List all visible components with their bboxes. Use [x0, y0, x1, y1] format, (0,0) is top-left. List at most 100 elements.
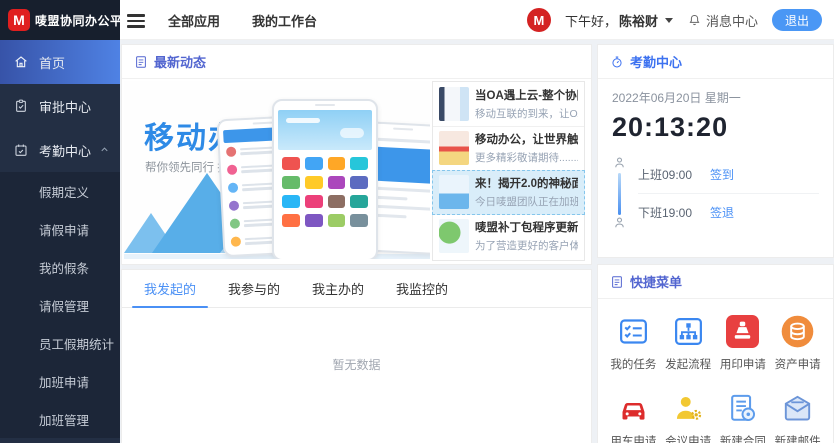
top-nav: 全部应用 我的工作台: [168, 0, 317, 40]
quick-item-seal-request[interactable]: 用印申请: [716, 315, 771, 372]
sidebar-item-label: 考勤中心: [39, 141, 91, 160]
sidebar-item-label: 审批中心: [39, 97, 91, 116]
quick-item-label: 用车申请: [610, 433, 656, 443]
quick-item-new-mail[interactable]: 新建邮件: [770, 392, 825, 443]
attendance-panel-header: 考勤中心: [598, 45, 833, 79]
app-logo-icon: M: [8, 9, 30, 31]
check-out-link[interactable]: 签退: [710, 204, 734, 221]
check-in-label: 上班09:00: [638, 166, 710, 183]
user-greeting[interactable]: 下午好，陈裕财: [565, 11, 673, 30]
news-thumbnail: [439, 219, 469, 253]
calendar-icon: [13, 142, 29, 158]
quick-item-label: 新建合同: [720, 433, 766, 443]
attendance-panel-title: 考勤中心: [630, 52, 682, 71]
tab-hosted-by-me[interactable]: 我主办的: [296, 270, 380, 307]
quick-menu-header: 快捷菜单: [598, 265, 833, 299]
quick-menu-title: 快捷菜单: [630, 272, 682, 291]
mail-icon: [781, 392, 814, 425]
asset-icon: [781, 315, 814, 348]
news-thumbnail: [439, 175, 469, 209]
sidebar: 首页 审批中心 考勤中心 假期定义 请假申请 我的假条 请假管理 员工假期统计 …: [0, 40, 120, 443]
tab-monitored-by-me[interactable]: 我监控的: [380, 270, 464, 307]
submenu-item-my-leave-slips[interactable]: 我的假条: [0, 248, 120, 286]
news-item[interactable]: 移动办公，让世界触手可更多精彩敬请期待........: [433, 127, 584, 172]
person-icon: [612, 215, 627, 230]
submenu-item-leave-request[interactable]: 请假申请: [0, 210, 120, 248]
quick-item-label: 发起流程: [665, 356, 711, 372]
stamp-icon: [726, 315, 759, 348]
sidebar-item-home[interactable]: 首页: [0, 40, 120, 84]
quick-item-new-contract[interactable]: 新建合同: [716, 392, 771, 443]
logout-button[interactable]: 退出: [772, 9, 822, 31]
sidebar-item-approval-center[interactable]: 审批中心: [0, 84, 120, 128]
phone-mockup-appgrid: [272, 99, 378, 259]
timeline-line: [618, 173, 621, 215]
quick-item-meeting-request[interactable]: 会议申请: [661, 392, 716, 443]
submenu-item-leave-management[interactable]: 请假管理: [0, 286, 120, 324]
sidebar-item-attendance-center[interactable]: 考勤中心: [0, 128, 120, 172]
news-panel-title: 最新动态: [154, 52, 206, 71]
top-header: M 唛盟协同办公平台 全部应用 我的工作台 M 下午好，陈裕财 消息中心 退出: [0, 0, 834, 40]
quick-item-label: 用印申请: [720, 356, 766, 372]
news-title: 来！揭开2.0的神秘面纱-: [475, 175, 578, 191]
check-in-link[interactable]: 签到: [710, 166, 734, 183]
attendance-date: 2022年06月20日 星期一: [612, 89, 819, 106]
quick-item-label: 新建邮件: [775, 433, 821, 443]
news-list: 当OA遇上云-整个协同OA移动互联的到来，让OA与云 移动办公，让世界触手可更多…: [432, 81, 585, 261]
quick-menu-grid: 我的任务 发起流程 用印申请 资产申请 用车申请 会议申请: [598, 299, 833, 443]
bell-icon: [687, 13, 702, 28]
news-desc: 更多精彩敬请期待........: [475, 150, 578, 165]
nav-my-workspace[interactable]: 我的工作台: [252, 11, 317, 30]
attendance-clock: 20:13:20: [612, 112, 819, 143]
news-item[interactable]: 当OA遇上云-整个协同OA移动互联的到来，让OA与云: [433, 82, 584, 127]
news-title: 唛盟补丁包程序更新: [475, 219, 578, 235]
news-desc: 移动互联的到来，让OA与云: [475, 106, 578, 121]
username: 陈裕财: [619, 11, 658, 30]
quick-menu-panel: 快捷菜单 我的任务 发起流程 用印申请 资产申请 用车申请: [597, 264, 834, 443]
my-tasks-panel: 我发起的 我参与的 我主办的 我监控的 暂无数据: [121, 269, 592, 443]
news-title: 移动办公，让世界触手可: [475, 131, 578, 147]
news-panel-header: 最新动态: [122, 45, 591, 79]
news-desc: 今日唛盟团队正在加班加点，: [475, 194, 578, 209]
app-title: 唛盟协同办公平台: [35, 12, 135, 29]
greeting-text: 下午好，: [565, 11, 617, 30]
contract-icon: [726, 392, 759, 425]
quick-item-start-flow[interactable]: 发起流程: [661, 315, 716, 372]
attendance-panel: 考勤中心 2022年06月20日 星期一 20:13:20 上班09:00 签到…: [597, 44, 834, 258]
submenu-item-overtime-management[interactable]: 加班管理: [0, 400, 120, 438]
message-center-label: 消息中心: [706, 11, 758, 30]
menu-collapse-icon[interactable]: [127, 11, 145, 29]
document-icon: [134, 55, 148, 69]
submenu-item-employee-leave-stats[interactable]: 员工假期统计: [0, 324, 120, 362]
nav-all-apps[interactable]: 全部应用: [168, 11, 220, 30]
news-item[interactable]: 唛盟补丁包程序更新为了营造更好的客户体验，唛: [433, 214, 584, 259]
quick-item-asset-request[interactable]: 资产申请: [770, 315, 825, 372]
submenu-item-overtime-request[interactable]: 加班申请: [0, 362, 120, 400]
meeting-icon: [672, 392, 705, 425]
document-icon: [610, 275, 624, 289]
oa-platform-app: M 唛盟协同办公平台 全部应用 我的工作台 M 下午好，陈裕财 消息中心 退出 …: [0, 0, 834, 443]
person-icon: [612, 155, 627, 170]
submenu-item-holiday-definition[interactable]: 假期定义: [0, 172, 120, 210]
tab-participated-by-me[interactable]: 我参与的: [212, 270, 296, 307]
mobile-office-banner: 移动办公 帮你领先同行 把工作带出办公室: [124, 81, 430, 259]
quick-item-vehicle-request[interactable]: 用车申请: [606, 392, 661, 443]
logo-block: M 唛盟协同办公平台: [0, 0, 120, 40]
attendance-body: 2022年06月20日 星期一 20:13:20 上班09:00 签到 下班19…: [598, 79, 833, 231]
check-out-row: 下班19:00 签退: [638, 193, 819, 231]
flow-icon: [672, 315, 705, 348]
avatar[interactable]: M: [527, 8, 551, 32]
tasks-tab-bar: 我发起的 我参与的 我主办的 我监控的: [122, 270, 591, 308]
chevron-up-icon: [99, 144, 110, 155]
quick-item-my-tasks[interactable]: 我的任务: [606, 315, 661, 372]
attendance-submenu: 假期定义 请假申请 我的假条 请假管理 员工假期统计 加班申请 加班管理: [0, 172, 120, 438]
news-thumbnail: [439, 131, 469, 165]
news-item-highlighted[interactable]: 来！揭开2.0的神秘面纱- 今日唛盟团队正在加班加点，: [432, 170, 585, 215]
quick-item-label: 我的任务: [610, 356, 656, 372]
stopwatch-icon: [610, 55, 624, 69]
tab-initiated-by-me[interactable]: 我发起的: [128, 270, 212, 307]
check-out-label: 下班19:00: [638, 204, 710, 221]
message-center-button[interactable]: 消息中心: [687, 11, 758, 30]
empty-state-text: 暂无数据: [122, 356, 591, 373]
latest-news-panel: 最新动态 移动办公 帮你领先同行 把工作带出办公室: [121, 44, 592, 265]
